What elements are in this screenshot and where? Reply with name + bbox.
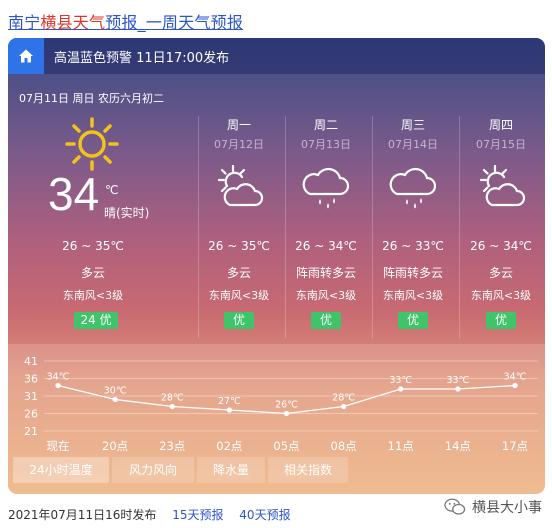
forecast-weekday: 周一 [226, 118, 251, 132]
title-suffix: 预报_一周天气预报 [105, 13, 244, 32]
partly-cloudy-icon [479, 164, 526, 207]
forecast-date: 07月14日 [388, 138, 438, 151]
forecast-desc: 多云 [488, 266, 513, 280]
forecast-date: 07月15日 [476, 138, 526, 151]
warning-bar[interactable]: 高温蓝色预警 11日17:00发布 [8, 38, 545, 74]
data-point [398, 386, 404, 392]
data-point [455, 386, 461, 392]
footer: 2021年07月11日16时发布 15天预报 40天预报 [8, 506, 291, 523]
data-label: 30℃ [104, 386, 127, 397]
forecast-desc: 阵雨转多云 [295, 266, 356, 280]
forecast-desc: 多云 [226, 266, 251, 280]
rain-cloud-icon [302, 167, 350, 209]
y-tick-label: 36 [24, 373, 38, 386]
y-tick-label: 41 [24, 355, 38, 368]
x-tick-label: 14点 [445, 439, 471, 453]
watermark-text: 横县大小事 [472, 500, 542, 516]
forecast-range: 26 ~ 34℃ [295, 239, 357, 253]
data-point [169, 403, 175, 410]
today-date: 07月11日 周日 农历六月初二 [19, 92, 164, 105]
x-tick-label: 11点 [388, 439, 414, 453]
data-point [55, 382, 61, 389]
x-tick-label: 02点 [216, 439, 242, 453]
weather-card: 高温蓝色预警 11日17:00发布 07月11日 周日 农历六月初二 34 ℃ … [8, 38, 545, 494]
link-15-day-forecast[interactable]: 15天预报 [172, 508, 223, 522]
data-label: 33℃ [446, 375, 469, 386]
forecast-wind: 东南风<3级 [208, 289, 270, 302]
data-label: 33℃ [389, 375, 412, 386]
data-point [283, 410, 290, 417]
home-icon [19, 49, 33, 63]
data-label: 34℃ [47, 372, 70, 383]
forecast-aqi-badge[interactable]: 优 [311, 312, 341, 329]
title-city: 南宁 [8, 13, 41, 32]
forecast-aqi-badge[interactable]: 优 [486, 312, 516, 329]
forecast-wind: 东南风<3级 [382, 289, 444, 302]
temperature-unit: ℃ [105, 183, 119, 197]
x-tick-label: 20点 [102, 439, 128, 453]
watermark: 横县大小事 [444, 497, 542, 517]
data-point [341, 403, 347, 410]
data-label: 28℃ [332, 393, 355, 404]
forecast-aqi-badge[interactable]: 优 [398, 312, 428, 329]
x-tick-label: 23点 [159, 439, 185, 453]
forecast-date: 07月13日 [301, 138, 351, 151]
x-tick-label: 08点 [331, 439, 357, 453]
wechat-icon [444, 498, 466, 515]
x-tick-label: 17点 [502, 439, 528, 453]
sun-icon [65, 117, 119, 171]
y-tick-label: 21 [24, 425, 38, 438]
today-range: 26 ~ 35℃ [62, 239, 124, 253]
data-point [112, 396, 118, 403]
rain-cloud-icon [389, 167, 437, 209]
data-point [512, 382, 518, 389]
forecast-weekday: 周二 [313, 118, 338, 132]
today-aqi-badge[interactable]: 24 优 [74, 312, 118, 329]
current-temperature: 34 [48, 168, 100, 220]
data-label: 34℃ [504, 372, 527, 383]
x-tick-label: 05点 [273, 439, 299, 453]
forecast-range: 26 ~ 33℃ [382, 239, 444, 253]
forecast-range: 26 ~ 35℃ [208, 239, 270, 253]
x-tick-label: 现在 [47, 439, 70, 453]
data-label: 26℃ [275, 400, 298, 411]
forecast-range: 26 ~ 34℃ [470, 239, 532, 253]
forecast-weekday: 周三 [400, 118, 425, 132]
warning-text[interactable]: 高温蓝色预警 11日17:00发布 [54, 47, 229, 66]
forecast-wind: 东南风<3级 [295, 289, 357, 302]
partly-cloudy-icon [217, 164, 264, 207]
current-condition: 晴(实时) [104, 206, 150, 220]
page-title[interactable]: 南宁横县天气预报_一周天气预报 [8, 9, 243, 33]
forecast-wind: 东南风<3级 [470, 289, 532, 302]
link-40-day-forecast[interactable]: 40天预报 [239, 508, 290, 522]
today-desc: 多云 [80, 266, 105, 280]
forecast-desc: 阵雨转多云 [382, 266, 443, 280]
y-tick-label: 26 [24, 408, 38, 421]
tab-precipitation[interactable]: 降水量 [197, 457, 265, 483]
publish-time: 2021年07月11日16时发布 [8, 508, 157, 522]
tab-indices[interactable]: 相关指数 [268, 457, 348, 483]
y-tick-label: 31 [24, 390, 38, 403]
today-wind: 东南风<3级 [62, 289, 124, 302]
forecast-date: 07月12日 [214, 138, 264, 151]
forecast-aqi-badge[interactable]: 优 [224, 312, 254, 329]
home-button[interactable] [8, 38, 44, 74]
tab-wind[interactable]: 风力风向 [112, 457, 194, 483]
data-point [226, 407, 232, 413]
tab-24h-temperature[interactable]: 24小时温度 [13, 457, 109, 483]
data-label: 27℃ [218, 396, 241, 407]
title-highlight: 横县天气 [40, 13, 106, 32]
data-label: 28℃ [161, 393, 184, 404]
forecast-weekday: 周四 [488, 118, 513, 132]
